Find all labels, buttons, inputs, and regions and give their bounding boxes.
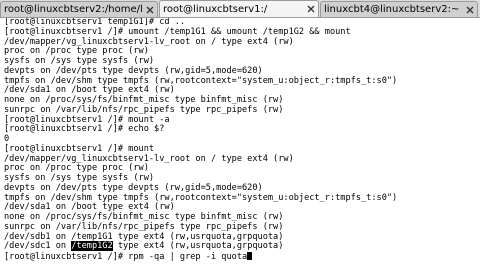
close-icon[interactable] [466,6,474,14]
tab-serv2-home[interactable]: root@linuxcbtserv2:/home/lin... [0,1,158,17]
close-icon[interactable] [146,6,154,14]
tab-label: root@linuxcbtserv2:/home/lin... [4,4,143,15]
line-text: type ext4 (rw,usrquota,grpquota) [112,241,284,252]
tab-serv2-linuxcbt4[interactable]: linuxcbt4@linuxcbtserv2:~ [320,1,478,17]
terminal-prompt-line: [root@linuxcbtserv1 /]# rpm -qa | grep -… [4,252,480,262]
terminal-line: [root@linuxcbtserv1 /]# echo $? [4,124,165,135]
close-icon[interactable] [307,5,315,13]
prompt-text: [root@linuxcbtserv1 /]# rpm -qa | grep -… [4,252,248,262]
tab-serv1-root[interactable]: root@linuxcbtserv1:/ [159,0,319,17]
tab-label: root@linuxcbtserv1:/ [163,3,268,15]
tab-bar: root@linuxcbtserv2:/home/lin... root@lin… [0,0,480,18]
line-text: /dev/sdc1 on [4,241,72,252]
terminal-output[interactable]: [root@linuxcbtserv1 temp1G1]# cd .. [roo… [0,18,480,270]
selected-text: /temp1G2 [71,241,113,252]
terminal-line-with-selection: /dev/sdc1 on /temp1G2 type ext4 (rw,usrq… [4,241,480,252]
tab-label: linuxcbt4@linuxcbtserv2:~ [324,4,460,15]
cursor [247,252,253,260]
